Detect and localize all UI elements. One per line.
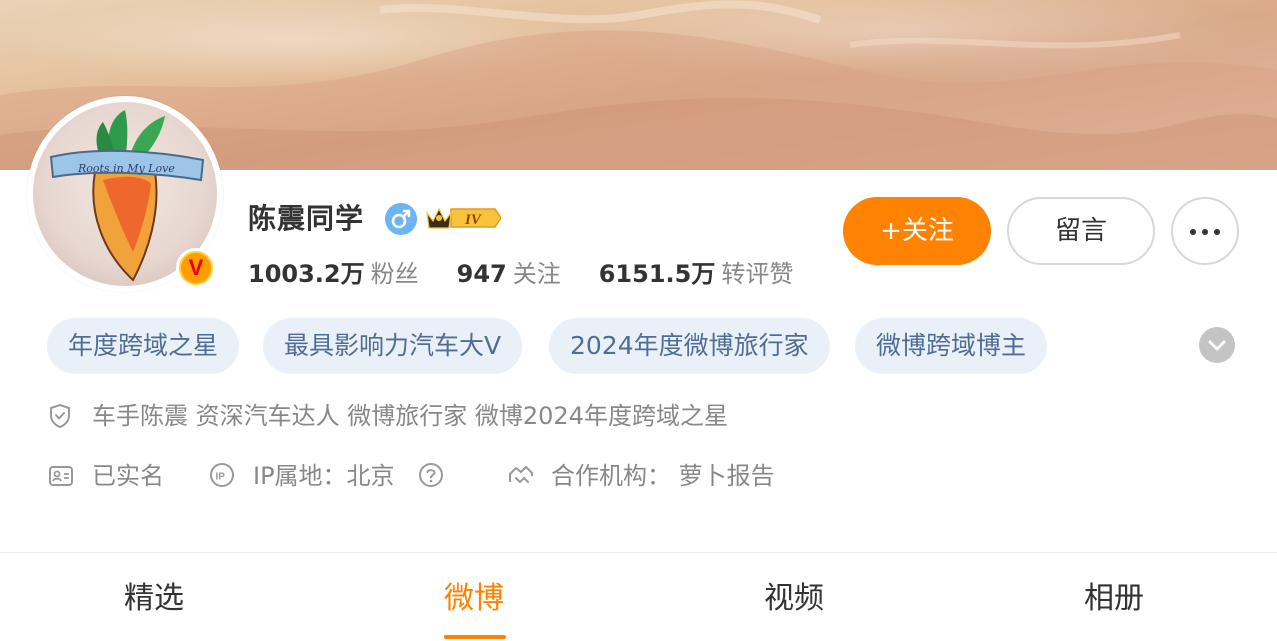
- expand-tags-button[interactable]: [1199, 327, 1235, 363]
- interactions-stat: 6151.5万 转评赞: [599, 254, 794, 289]
- interactions-label: 转评赞: [721, 260, 794, 288]
- more-dots-icon: [1190, 229, 1196, 235]
- profile-page: Roots in My Love V 陈震同学 IV 1003.2万 粉丝 94…: [0, 0, 1277, 641]
- honor-tag[interactable]: 微博跨域博主: [855, 318, 1048, 374]
- following-stat[interactable]: 947 关注: [457, 254, 561, 289]
- honor-tag[interactable]: 年度跨域之星: [47, 318, 240, 374]
- followers-label: 粉丝: [370, 260, 419, 288]
- agency-text: 合作机构： 萝卜报告: [551, 462, 775, 490]
- following-count: 947: [456, 260, 507, 288]
- tab-videos[interactable]: 视频: [764, 575, 824, 623]
- shield-check-icon: [48, 403, 72, 433]
- interactions-count: 6151.5万: [598, 260, 716, 288]
- male-gender-icon: [385, 203, 417, 235]
- honor-tag[interactable]: 2024年度微博旅行家: [549, 318, 830, 374]
- ip-location-text: IP属地：北京: [253, 462, 395, 490]
- more-dot: [1202, 229, 1208, 235]
- active-tab-indicator: [444, 635, 506, 639]
- tab-featured[interactable]: 精选: [124, 575, 184, 623]
- profile-name: 陈震同学: [248, 202, 365, 235]
- agency-handshake-icon: [507, 462, 535, 492]
- message-button[interactable]: 留言: [1007, 197, 1155, 265]
- chevron-down-icon: [1208, 340, 1226, 351]
- svg-text:Roots in My Love: Roots in My Love: [77, 162, 175, 175]
- follow-button[interactable]: +关注: [843, 197, 991, 265]
- followers-count: 1003.2万: [248, 260, 365, 288]
- vip-crown-level-icon[interactable]: IV: [425, 203, 502, 237]
- more-options-button[interactable]: [1171, 197, 1239, 265]
- tab-albums[interactable]: 相册: [1084, 575, 1144, 623]
- verification-description: 车手陈震 资深汽车达人 微博旅行家 微博2024年度跨域之星: [92, 402, 728, 430]
- vip-level-text: IV: [464, 212, 483, 228]
- followers-stat[interactable]: 1003.2万 粉丝: [248, 254, 419, 289]
- verified-v-badge: V: [176, 248, 216, 288]
- help-question-icon[interactable]: [418, 462, 444, 492]
- svg-text:IP: IP: [216, 472, 226, 483]
- profile-stats: 1003.2万 粉丝 947 关注 6151.5万 转评赞: [248, 254, 831, 290]
- tab-divider: [0, 552, 1277, 553]
- id-card-icon: [48, 464, 74, 492]
- following-label: 关注: [512, 260, 561, 288]
- real-name-status: 已实名: [92, 462, 164, 490]
- ip-location-icon: IP: [209, 462, 235, 492]
- more-dot: [1214, 229, 1220, 235]
- tab-weibo[interactable]: 微博: [444, 575, 504, 623]
- verified-v-icon: V: [179, 251, 213, 285]
- honor-tag[interactable]: 最具影响力汽车大V: [263, 318, 523, 374]
